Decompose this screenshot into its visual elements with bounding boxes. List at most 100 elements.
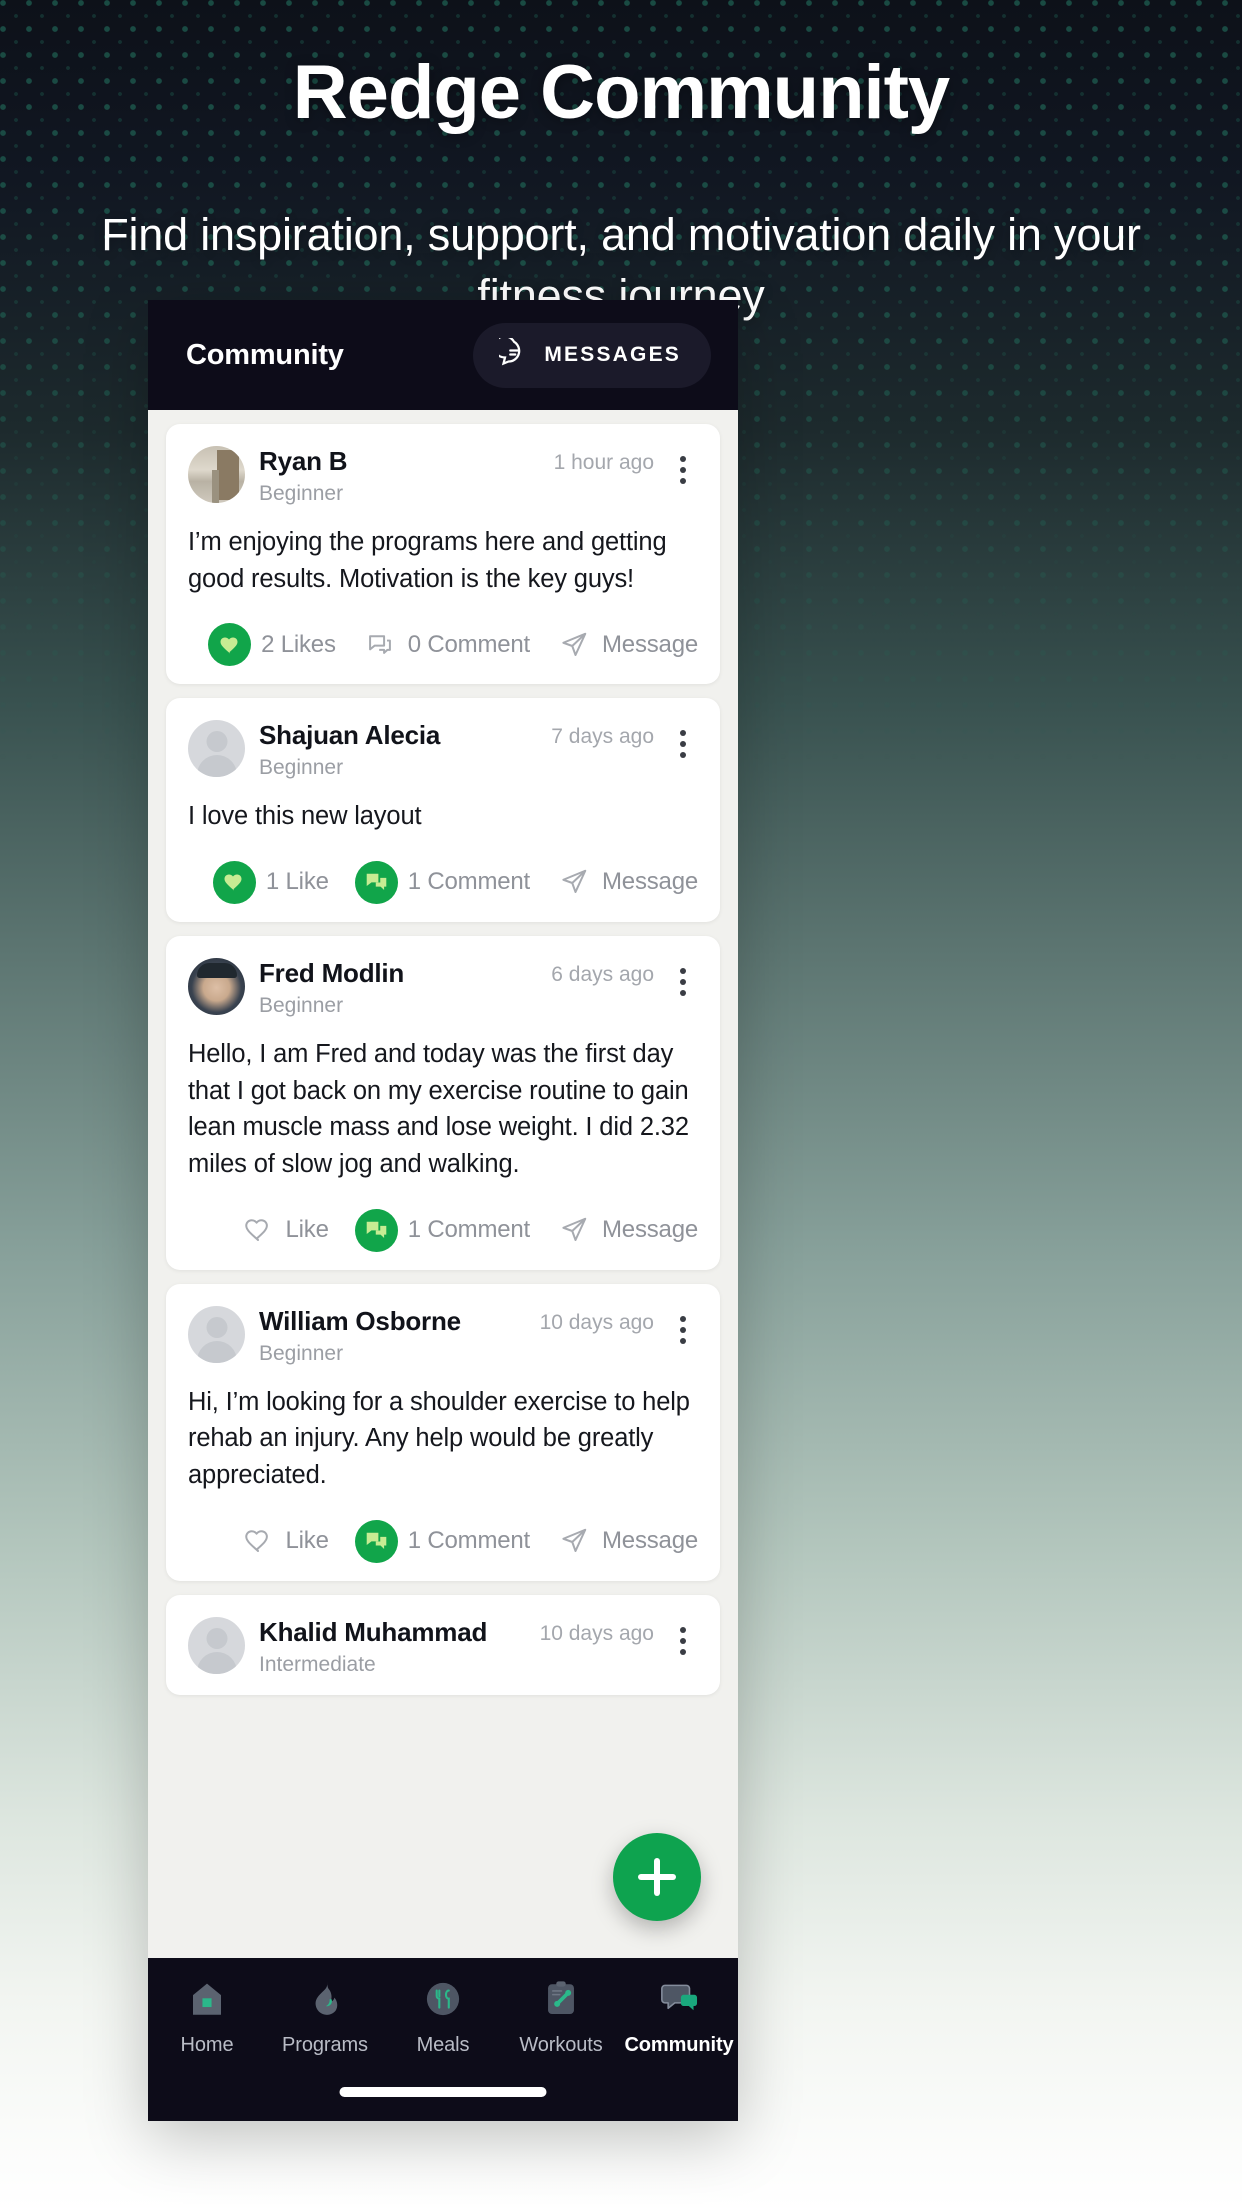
like-label: Like bbox=[285, 1216, 329, 1244]
comment-icon bbox=[354, 1519, 398, 1563]
message-label: Message bbox=[602, 1216, 698, 1244]
clipboard-dumbbell-icon bbox=[538, 1976, 584, 2022]
house-icon bbox=[184, 1976, 230, 2022]
post-header: Shajuan Alecia Beginner 7 days ago bbox=[188, 720, 698, 780]
nav-item-community[interactable]: Community bbox=[620, 1976, 738, 2057]
post-options-icon[interactable] bbox=[668, 958, 698, 996]
post-author-level: Intermediate bbox=[259, 1652, 376, 1676]
avatar[interactable] bbox=[188, 446, 245, 503]
message-button[interactable]: Message bbox=[556, 627, 698, 663]
chat-bubble-lines-icon bbox=[493, 334, 529, 373]
nav-label-home: Home bbox=[180, 2034, 234, 2056]
flame-icon bbox=[302, 1976, 348, 2022]
like-label: Like bbox=[285, 1527, 329, 1555]
comment-button[interactable]: 1 Comment bbox=[354, 1519, 531, 1563]
post-header: Khalid Muhammad Intermediate 10 days ago bbox=[188, 1616, 698, 1677]
nav-item-meals[interactable]: Meals bbox=[384, 1976, 502, 2057]
send-icon bbox=[556, 864, 592, 900]
post-author-level: Beginner bbox=[259, 993, 344, 1017]
post-options-icon[interactable] bbox=[668, 1617, 698, 1655]
post-card[interactable]: Shajuan Alecia Beginner 7 days ago I lov… bbox=[166, 698, 720, 922]
app-header: Community MESSAGES bbox=[148, 300, 738, 410]
post-actions: 1 Like 1 Comment Message bbox=[188, 860, 698, 904]
send-icon bbox=[556, 1523, 592, 1559]
avatar[interactable] bbox=[188, 1616, 245, 1674]
comment-icon bbox=[354, 1208, 398, 1252]
post-timestamp: 10 days ago bbox=[539, 1310, 654, 1334]
comment-label: 1 Comment bbox=[407, 1216, 531, 1244]
send-icon bbox=[556, 1212, 592, 1248]
post-author-name: Fred Modlin bbox=[259, 957, 405, 988]
like-button[interactable]: Like bbox=[240, 1523, 329, 1559]
post-actions: 2 Likes 0 Comment Message bbox=[188, 623, 698, 667]
post-author-name: Ryan B bbox=[259, 446, 348, 476]
nav-label-programs: Programs bbox=[282, 2034, 368, 2056]
post-header: Ryan B Beginner 1 hour ago bbox=[188, 446, 698, 506]
post-timestamp: 10 days ago bbox=[539, 1621, 654, 1645]
chat-bubbles-icon bbox=[656, 1976, 702, 2022]
post-options-icon[interactable] bbox=[668, 720, 698, 759]
post-author-level: Beginner bbox=[259, 756, 344, 780]
post-header: Fred Modlin Beginner 6 days ago bbox=[188, 957, 698, 1018]
post-author-level: Beginner bbox=[259, 481, 344, 505]
like-button[interactable]: Like bbox=[240, 1212, 329, 1248]
post-header: William Osborne Beginner 10 days ago bbox=[188, 1305, 698, 1366]
home-indicator bbox=[339, 2087, 547, 2097]
nav-item-workouts[interactable]: Workouts bbox=[502, 1976, 620, 2057]
message-button[interactable]: Message bbox=[556, 864, 698, 900]
message-label: Message bbox=[602, 868, 698, 896]
nav-item-home[interactable]: Home bbox=[148, 1976, 266, 2057]
page-title: Community bbox=[186, 338, 344, 371]
comment-button[interactable]: 1 Comment bbox=[354, 860, 531, 904]
nav-label-meals: Meals bbox=[416, 2034, 470, 2056]
comment-label: 0 Comment bbox=[407, 630, 531, 658]
message-label: Message bbox=[602, 1527, 698, 1555]
avatar[interactable] bbox=[188, 720, 245, 778]
post-author-level: Beginner bbox=[259, 1341, 344, 1365]
post-options-icon[interactable] bbox=[668, 446, 698, 484]
post-author-name: Khalid Muhammad bbox=[259, 1616, 488, 1647]
heart-icon bbox=[212, 860, 256, 904]
like-button[interactable]: 1 Like bbox=[212, 860, 329, 904]
create-post-button[interactable] bbox=[613, 1833, 701, 1921]
like-label: 2 Likes bbox=[261, 630, 336, 658]
post-card[interactable]: Fred Modlin Beginner 6 days ago Hello, I… bbox=[166, 935, 720, 1270]
nav-item-programs[interactable]: Programs bbox=[266, 1976, 384, 2057]
avatar[interactable] bbox=[188, 957, 245, 1015]
heart-icon bbox=[240, 1212, 276, 1248]
comment-button[interactable]: 1 Comment bbox=[354, 1208, 531, 1252]
post-author-name: William Osborne bbox=[259, 1305, 461, 1336]
message-button[interactable]: Message bbox=[556, 1523, 698, 1559]
phone-mockup: Community MESSAGES Ryan B Beginner 1 hou… bbox=[148, 300, 738, 2121]
comment-button[interactable]: 0 Comment bbox=[362, 627, 530, 663]
post-actions: Like 1 Comment Message bbox=[188, 1519, 698, 1563]
send-icon bbox=[556, 627, 592, 663]
messages-button-label: MESSAGES bbox=[544, 343, 681, 366]
post-author-name: Shajuan Alecia bbox=[259, 720, 441, 751]
post-timestamp: 1 hour ago bbox=[553, 451, 654, 474]
post-actions: Like 1 Comment Message bbox=[188, 1208, 698, 1252]
post-options-icon[interactable] bbox=[668, 1306, 698, 1344]
promo-title: Redge Community bbox=[292, 50, 950, 135]
messages-button[interactable]: MESSAGES bbox=[473, 322, 711, 388]
fork-knife-icon bbox=[420, 1976, 466, 2022]
post-body: I love this new layout bbox=[188, 802, 422, 831]
post-body: I’m enjoying the programs here and getti… bbox=[188, 527, 667, 593]
post-body: Hi, I’m looking for a shoulder exercise … bbox=[188, 1387, 690, 1490]
message-button[interactable]: Message bbox=[556, 1212, 698, 1248]
post-card[interactable]: Ryan B Beginner 1 hour ago I’m enjoying … bbox=[166, 424, 720, 685]
post-body: Hello, I am Fred and today was the first… bbox=[188, 1039, 689, 1178]
heart-icon bbox=[208, 623, 252, 667]
heart-icon bbox=[240, 1523, 276, 1559]
post-card[interactable]: Khalid Muhammad Intermediate 10 days ago bbox=[166, 1594, 720, 1695]
message-label: Message bbox=[602, 630, 698, 658]
comment-icon bbox=[362, 627, 398, 663]
nav-label-workouts: Workouts bbox=[519, 2034, 603, 2056]
comment-icon bbox=[354, 860, 398, 904]
like-button[interactable]: 2 Likes bbox=[208, 623, 336, 667]
avatar[interactable] bbox=[188, 1305, 245, 1363]
post-timestamp: 7 days ago bbox=[551, 725, 654, 749]
post-card[interactable]: William Osborne Beginner 10 days ago Hi,… bbox=[166, 1283, 720, 1581]
comment-label: 1 Comment bbox=[407, 1527, 531, 1555]
comment-label: 1 Comment bbox=[407, 868, 531, 896]
